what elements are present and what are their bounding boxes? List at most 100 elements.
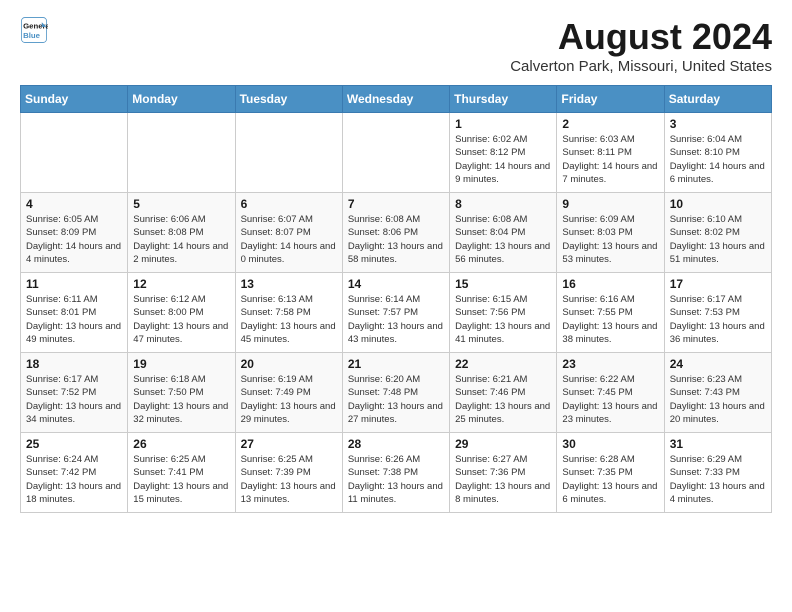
- calendar-cell-3-2: 20 Sunrise: 6:19 AMSunset: 7:49 PMDayligh…: [235, 353, 342, 433]
- day-number: 17: [670, 277, 766, 291]
- calendar-cell-3-5: 23Sunrise: 6:22 AMSunset: 7:45 PMDayligh…: [557, 353, 664, 433]
- day-info: Sunrise: 6:06 AMSunset: 8:08 PMDaylight:…: [133, 213, 229, 266]
- header-tuesday: Tuesday: [235, 86, 342, 113]
- svg-text:Blue: Blue: [23, 31, 41, 40]
- calendar-cell-0-6: 3 Sunrise: 6:04 AMSunset: 8:10 PMDaylight…: [664, 113, 771, 193]
- calendar-cell-1-0: 4Sunrise: 6:05 AMSunset: 8:09 PMDaylight…: [21, 193, 128, 273]
- day-number: 7: [348, 197, 444, 211]
- header-saturday: Saturday: [664, 86, 771, 113]
- day-number: 15: [455, 277, 551, 291]
- calendar-cell-3-3: 21 Sunrise: 6:20 AMSunset: 7:48 PMDayligh…: [342, 353, 449, 433]
- header-sunday: Sunday: [21, 86, 128, 113]
- calendar-cell-3-0: 18 Sunrise: 6:17 AMSunset: 7:52 PMDayligh…: [21, 353, 128, 433]
- calendar-header: Sunday Monday Tuesday Wednesday Thursday…: [21, 86, 772, 113]
- day-number: 4: [26, 197, 122, 211]
- day-number: 9: [562, 197, 658, 211]
- calendar-cell-0-5: 2Sunrise: 6:03 AMSunset: 8:11 PMDaylight…: [557, 113, 664, 193]
- header-row: Sunday Monday Tuesday Wednesday Thursday…: [21, 86, 772, 113]
- calendar-cell-4-2: 27Sunrise: 6:25 AMSunset: 7:39 PMDayligh…: [235, 433, 342, 513]
- day-info: Sunrise: 6:25 AMSunset: 7:41 PMDaylight:…: [133, 453, 229, 506]
- calendar-cell-0-0: [21, 113, 128, 193]
- calendar-cell-0-1: [128, 113, 235, 193]
- day-info: Sunrise: 6:28 AMSunset: 7:35 PMDaylight:…: [562, 453, 658, 506]
- day-number: 1: [455, 117, 551, 131]
- calendar-subtitle: Calverton Park, Missouri, United States: [510, 58, 772, 75]
- day-number: 26: [133, 437, 229, 451]
- day-info: Sunrise: 6:25 AMSunset: 7:39 PMDaylight:…: [241, 453, 337, 506]
- day-number: 21: [348, 357, 444, 371]
- day-info: Sunrise: 6:11 AMSunset: 8:01 PMDaylight:…: [26, 293, 122, 346]
- day-info: Sunrise: 6:17 AMSunset: 7:52 PMDaylight:…: [26, 373, 122, 426]
- day-info: Sunrise: 6:18 AMSunset: 7:50 PMDaylight:…: [133, 373, 229, 426]
- day-info: Sunrise: 6:14 AMSunset: 7:57 PMDaylight:…: [348, 293, 444, 346]
- calendar-cell-4-4: 29 Sunrise: 6:27 AMSunset: 7:36 PMDayligh…: [450, 433, 557, 513]
- calendar-cell-1-1: 5Sunrise: 6:06 AMSunset: 8:08 PMDaylight…: [128, 193, 235, 273]
- day-info: Sunrise: 6:12 AMSunset: 8:00 PMDaylight:…: [133, 293, 229, 346]
- calendar-body: 1 Sunrise: 6:02 AMSunset: 8:12 PMDaylight…: [21, 113, 772, 513]
- calendar-cell-3-4: 22Sunrise: 6:21 AMSunset: 7:46 PMDayligh…: [450, 353, 557, 433]
- day-info: Sunrise: 6:04 AMSunset: 8:10 PMDaylight:…: [670, 133, 766, 186]
- day-info: Sunrise: 6:23 AMSunset: 7:43 PMDaylight:…: [670, 373, 766, 426]
- day-info: Sunrise: 6:07 AMSunset: 8:07 PMDaylight:…: [241, 213, 337, 266]
- day-info: Sunrise: 6:24 AMSunset: 7:42 PMDaylight:…: [26, 453, 122, 506]
- week-row-2: 4Sunrise: 6:05 AMSunset: 8:09 PMDaylight…: [21, 193, 772, 273]
- week-row-4: 18 Sunrise: 6:17 AMSunset: 7:52 PMDayligh…: [21, 353, 772, 433]
- calendar-cell-4-6: 31 Sunrise: 6:29 AMSunset: 7:33 PMDayligh…: [664, 433, 771, 513]
- day-number: 6: [241, 197, 337, 211]
- calendar-table: Sunday Monday Tuesday Wednesday Thursday…: [20, 85, 772, 513]
- day-number: 19: [133, 357, 229, 371]
- calendar-cell-4-3: 28Sunrise: 6:26 AMSunset: 7:38 PMDayligh…: [342, 433, 449, 513]
- header-thursday: Thursday: [450, 86, 557, 113]
- logo-icon: General Blue: [20, 16, 48, 44]
- day-info: Sunrise: 6:19 AMSunset: 7:49 PMDaylight:…: [241, 373, 337, 426]
- calendar-cell-2-0: 11 Sunrise: 6:11 AMSunset: 8:01 PMDayligh…: [21, 273, 128, 353]
- day-info: Sunrise: 6:08 AMSunset: 8:06 PMDaylight:…: [348, 213, 444, 266]
- day-number: 13: [241, 277, 337, 291]
- logo: General Blue: [20, 16, 48, 44]
- day-info: Sunrise: 6:22 AMSunset: 7:45 PMDaylight:…: [562, 373, 658, 426]
- day-info: Sunrise: 6:27 AMSunset: 7:36 PMDaylight:…: [455, 453, 551, 506]
- day-info: Sunrise: 6:10 AMSunset: 8:02 PMDaylight:…: [670, 213, 766, 266]
- day-number: 20: [241, 357, 337, 371]
- day-number: 22: [455, 357, 551, 371]
- day-number: 8: [455, 197, 551, 211]
- day-info: Sunrise: 6:09 AMSunset: 8:03 PMDaylight:…: [562, 213, 658, 266]
- day-number: 24: [670, 357, 766, 371]
- calendar-cell-2-4: 15 Sunrise: 6:15 AMSunset: 7:56 PMDayligh…: [450, 273, 557, 353]
- day-info: Sunrise: 6:29 AMSunset: 7:33 PMDaylight:…: [670, 453, 766, 506]
- day-info: Sunrise: 6:08 AMSunset: 8:04 PMDaylight:…: [455, 213, 551, 266]
- day-number: 30: [562, 437, 658, 451]
- day-number: 3: [670, 117, 766, 131]
- day-number: 25: [26, 437, 122, 451]
- header-wednesday: Wednesday: [342, 86, 449, 113]
- header-friday: Friday: [557, 86, 664, 113]
- day-info: Sunrise: 6:17 AMSunset: 7:53 PMDaylight:…: [670, 293, 766, 346]
- day-info: Sunrise: 6:03 AMSunset: 8:11 PMDaylight:…: [562, 133, 658, 186]
- day-number: 18: [26, 357, 122, 371]
- day-number: 28: [348, 437, 444, 451]
- day-info: Sunrise: 6:20 AMSunset: 7:48 PMDaylight:…: [348, 373, 444, 426]
- title-area: August 2024 Calverton Park, Missouri, Un…: [510, 16, 772, 75]
- day-number: 14: [348, 277, 444, 291]
- day-info: Sunrise: 6:15 AMSunset: 7:56 PMDaylight:…: [455, 293, 551, 346]
- week-row-5: 25 Sunrise: 6:24 AMSunset: 7:42 PMDayligh…: [21, 433, 772, 513]
- page-header: General Blue August 2024 Calverton Park,…: [20, 16, 772, 75]
- calendar-cell-0-3: [342, 113, 449, 193]
- week-row-1: 1 Sunrise: 6:02 AMSunset: 8:12 PMDaylight…: [21, 113, 772, 193]
- calendar-cell-4-0: 25 Sunrise: 6:24 AMSunset: 7:42 PMDayligh…: [21, 433, 128, 513]
- day-number: 16: [562, 277, 658, 291]
- calendar-cell-2-6: 17 Sunrise: 6:17 AMSunset: 7:53 PMDayligh…: [664, 273, 771, 353]
- calendar-cell-1-5: 9 Sunrise: 6:09 AMSunset: 8:03 PMDaylight…: [557, 193, 664, 273]
- calendar-cell-2-5: 16Sunrise: 6:16 AMSunset: 7:55 PMDayligh…: [557, 273, 664, 353]
- calendar-cell-2-1: 12Sunrise: 6:12 AMSunset: 8:00 PMDayligh…: [128, 273, 235, 353]
- day-info: Sunrise: 6:02 AMSunset: 8:12 PMDaylight:…: [455, 133, 551, 186]
- day-number: 31: [670, 437, 766, 451]
- day-info: Sunrise: 6:13 AMSunset: 7:58 PMDaylight:…: [241, 293, 337, 346]
- calendar-cell-3-1: 19 Sunrise: 6:18 AMSunset: 7:50 PMDayligh…: [128, 353, 235, 433]
- day-number: 29: [455, 437, 551, 451]
- week-row-3: 11 Sunrise: 6:11 AMSunset: 8:01 PMDayligh…: [21, 273, 772, 353]
- day-number: 10: [670, 197, 766, 211]
- calendar-cell-2-2: 13 Sunrise: 6:13 AMSunset: 7:58 PMDayligh…: [235, 273, 342, 353]
- day-number: 11: [26, 277, 122, 291]
- calendar-cell-0-2: [235, 113, 342, 193]
